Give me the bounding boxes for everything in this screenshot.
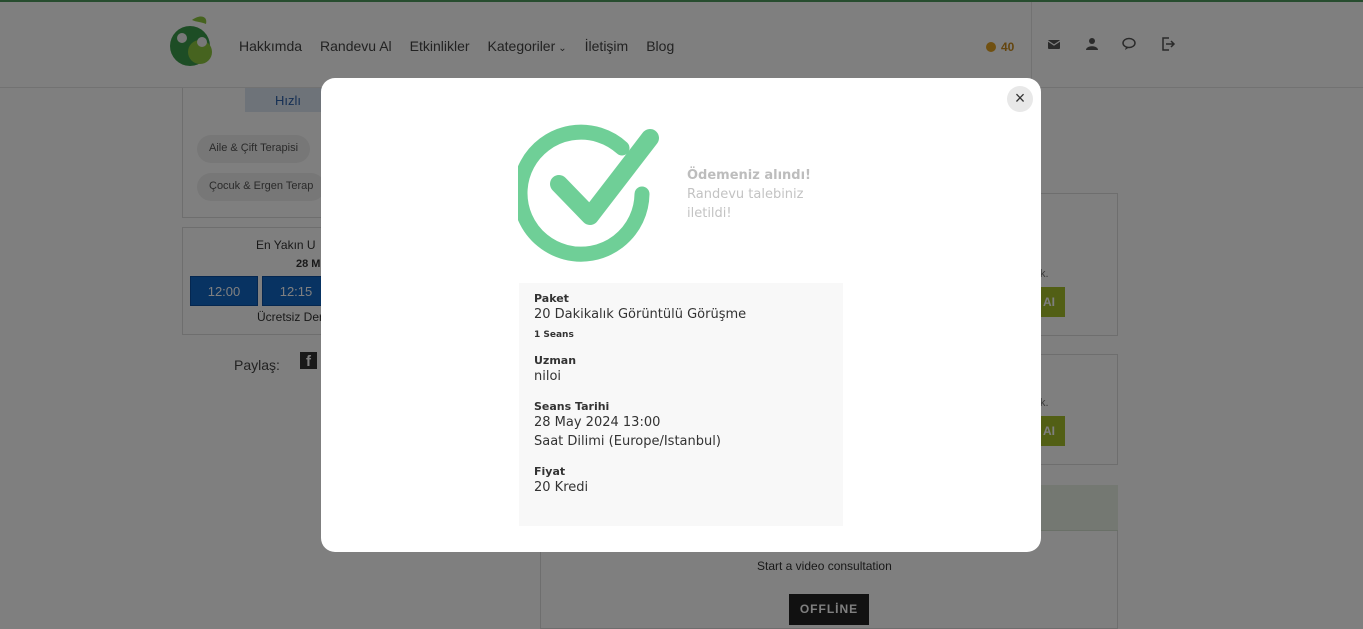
success-line: Randevu talebiniz	[687, 187, 804, 202]
expert-value: niloi	[534, 369, 562, 384]
price-value: 20 Kredi	[534, 480, 589, 495]
timezone-value: Saat Dilimi (Europe/Istanbul)	[534, 434, 721, 449]
success-line: iletildi!	[687, 206, 732, 221]
success-title: Ödemeniz alındı!	[687, 168, 811, 183]
success-check-icon	[518, 124, 659, 262]
appointment-details: Paket 20 Dakikalık Görüntülü Görüşme 1 S…	[519, 283, 843, 526]
expert-label: Uzman	[534, 354, 577, 367]
price-label: Fiyat	[534, 465, 566, 478]
success-message: Ödemeniz alındı! Randevu talebiniz ileti…	[687, 166, 817, 223]
package-sessions: 1 Seans	[534, 330, 574, 340]
close-icon[interactable]: ×	[1007, 86, 1033, 112]
payment-success-modal: × Ödemeniz alındı! Randevu talebiniz ile…	[321, 78, 1041, 552]
package-value: 20 Dakikalık Görüntülü Görüşme	[534, 307, 747, 322]
session-date-value: 28 May 2024 13:00	[534, 415, 661, 430]
session-date-label: Seans Tarihi	[534, 400, 610, 413]
package-label: Paket	[534, 292, 569, 305]
